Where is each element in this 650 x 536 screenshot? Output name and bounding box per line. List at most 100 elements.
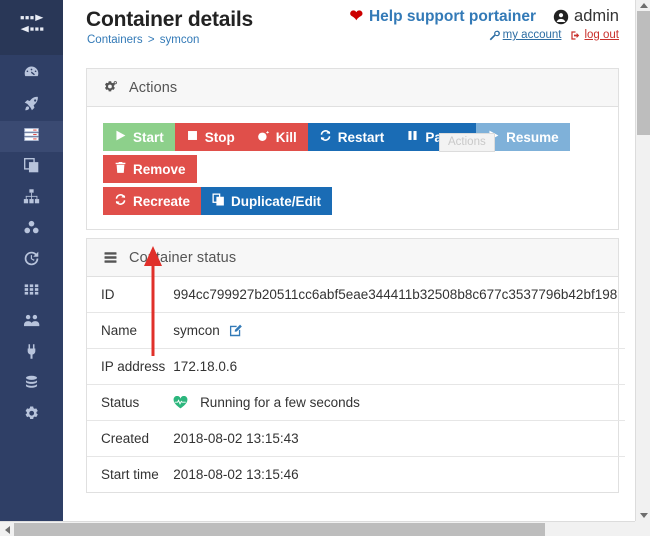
row-key: Name [87,313,173,349]
action-buttons-row-2: Remove [103,155,602,183]
table-row: IP address 172.18.0.6 [87,349,625,385]
row-value: symcon [173,313,625,349]
vertical-scrollbar-thumb[interactable] [637,11,650,135]
sidebar-item-users[interactable] [0,307,63,338]
scroll-left-arrow-icon[interactable] [0,522,14,536]
sidebar-item-app-templates[interactable] [0,90,63,121]
username-label: admin [574,7,619,26]
container-status-table: ID 994cc799927b20511cc6abf5eae344411b325… [87,277,625,492]
sidebar-item-events[interactable] [0,245,63,276]
row-key: Created [87,421,173,457]
row-value: 994cc799927b20511cc6abf5eae344411b32508b… [173,277,625,313]
stop-button[interactable]: Stop [175,123,246,151]
history-clock-icon [23,250,40,272]
exchange-arrows-icon [19,14,45,41]
user-menu[interactable]: admin [553,7,619,26]
restart-button[interactable]: Restart [308,123,396,151]
refresh-icon [114,193,127,209]
my-account-label: my account [503,29,562,41]
container-status-panel-title: Container status [129,250,236,266]
bomb-icon [257,129,270,145]
duplicate-edit-button-label: Duplicate/Edit [231,194,321,209]
sidebar-item-images[interactable] [0,152,63,183]
dashboard-gauge-icon [23,64,40,86]
start-button-label: Start [133,130,164,145]
sitemap-icon [23,188,40,210]
help-support-portainer-link[interactable]: ❤ Help support portainer [350,8,536,26]
breadcrumb: Containers > symcon [87,34,199,46]
remove-button-label: Remove [133,162,186,177]
pause-icon [406,129,419,145]
stop-button-label: Stop [205,130,235,145]
sidebar [0,0,63,521]
row-value: 2018-08-02 13:15:46 [173,457,625,493]
clone-icon [212,193,225,209]
stop-square-icon [186,129,199,145]
table-row: Status Running for a few seconds [87,385,625,421]
copy-layers-icon [23,157,40,179]
kill-button[interactable]: Kill [246,123,308,151]
container-id-value: 994cc799927b20511cc6abf5eae344411b32508b… [173,287,617,302]
horizontal-scrollbar-thumb[interactable] [14,523,545,536]
scrollbar-corner [635,521,650,536]
recreate-button-label: Recreate [133,194,190,209]
plug-icon [23,343,40,365]
resume-button-label: Resume [506,130,559,145]
rocket-icon [23,95,40,117]
users-icon [23,312,40,334]
sidebar-item-containers[interactable] [0,121,63,152]
action-buttons-row-1: Start Stop Kill Restart [103,123,602,151]
breadcrumb-separator: > [146,34,157,46]
actions-panel: Actions Start Stop Kill [86,68,619,230]
heart-icon: ❤ [350,9,363,25]
my-account-link[interactable]: my account [489,29,562,41]
action-buttons-row-3: Recreate Duplicate/Edit [103,187,602,215]
scroll-down-arrow-icon[interactable] [636,510,650,521]
server-stack-icon [103,250,118,265]
remove-button[interactable]: Remove [103,155,197,183]
container-status-panel: Container status ID 994cc799927b20511cc6… [86,238,619,493]
actions-tooltip: Actions [439,133,495,152]
start-button[interactable]: Start [103,123,175,151]
help-support-label: Help support portainer [369,8,536,26]
sidebar-item-registries[interactable] [0,369,63,400]
row-value: Running for a few seconds [173,385,625,421]
table-row: Created 2018-08-02 13:15:43 [87,421,625,457]
sidebar-logo[interactable] [0,0,63,55]
log-out-link[interactable]: log out [570,29,619,41]
refresh-icon [319,129,332,145]
table-row: Start time 2018-08-02 13:15:46 [87,457,625,493]
horizontal-scrollbar[interactable] [0,521,650,536]
table-row: Name symcon [87,313,625,349]
sidebar-item-endpoints[interactable] [0,338,63,369]
sidebar-item-volumes[interactable] [0,214,63,245]
actions-panel-header: Actions [87,69,618,107]
play-icon [114,129,127,145]
kill-button-label: Kill [276,130,297,145]
container-name-value: symcon [173,323,220,338]
row-key: IP address [87,349,173,385]
trash-icon [114,161,127,177]
header-right: ❤ Help support portainer admin [350,7,619,41]
container-status-panel-header: Container status [87,239,618,277]
actions-panel-title: Actions [129,80,177,96]
sidebar-item-settings[interactable] [0,400,63,431]
scroll-up-arrow-icon[interactable] [636,0,650,11]
heartbeat-icon [173,395,196,410]
vertical-scrollbar[interactable] [635,0,650,521]
sidebar-item-host[interactable] [0,276,63,307]
row-key: ID [87,277,173,313]
edit-pencil-icon[interactable] [224,323,242,338]
recreate-button[interactable]: Recreate [103,187,201,215]
row-key: Status [87,385,173,421]
row-value: 172.18.0.6 [173,349,625,385]
duplicate-edit-button[interactable]: Duplicate/Edit [201,187,332,215]
actions-panel-body: Start Stop Kill Restart [87,107,618,229]
breadcrumb-current[interactable]: symcon [160,34,200,46]
gears-icon [23,405,40,427]
user-circle-icon [553,9,569,25]
restart-button-label: Restart [338,130,385,145]
sidebar-item-dashboard[interactable] [0,59,63,90]
sidebar-item-networks[interactable] [0,183,63,214]
breadcrumb-root[interactable]: Containers [87,34,143,46]
